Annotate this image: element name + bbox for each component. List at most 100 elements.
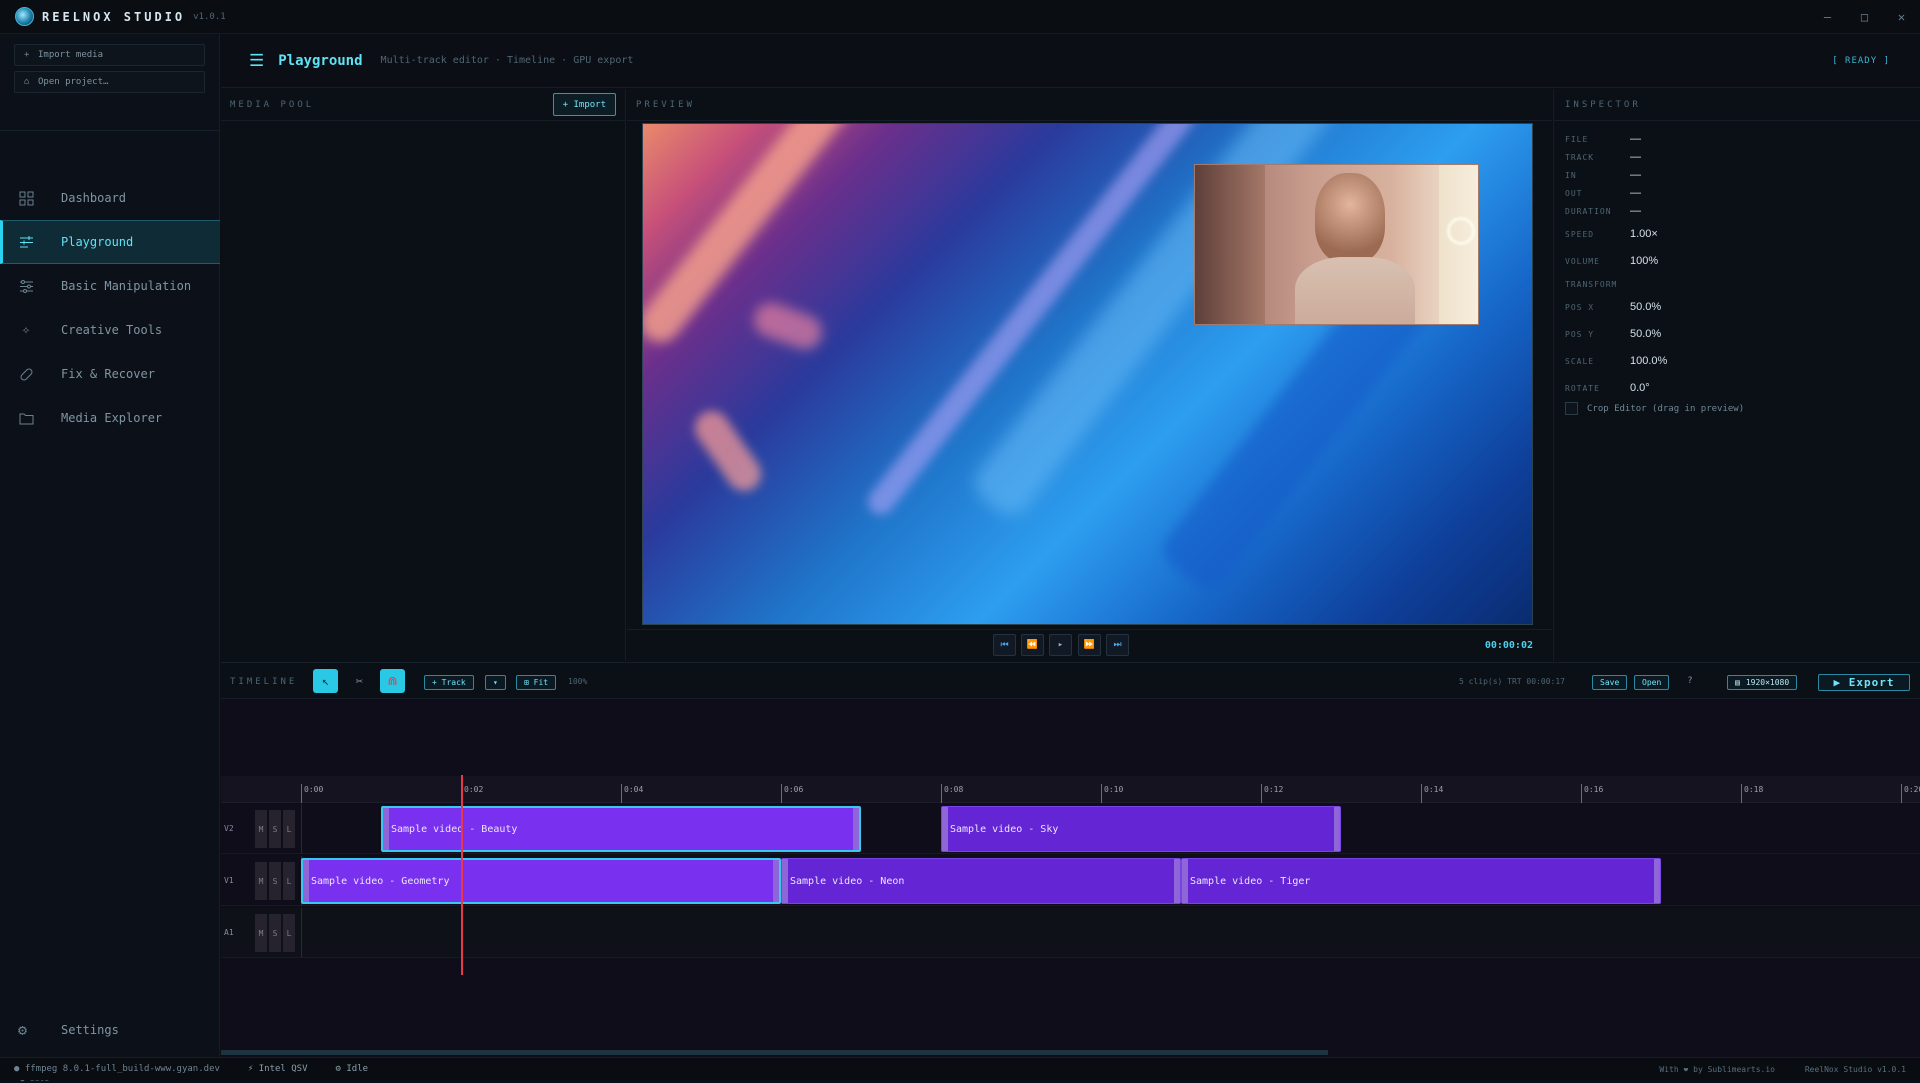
sidebar-item-media-explorer[interactable]: Media Explorer <box>0 396 220 440</box>
track-lane[interactable] <box>301 908 302 958</box>
open-button[interactable]: Open <box>1634 675 1670 690</box>
clip-trim-handle-left[interactable] <box>782 859 788 903</box>
field-label: SPEED <box>1565 229 1595 239</box>
field-label: POS X <box>1565 302 1595 312</box>
track-a1[interactable]: A1 M S L <box>221 908 1920 958</box>
clip-trim-handle-left[interactable] <box>383 808 389 850</box>
sidebar-item-label: Fix & Recover <box>61 367 155 381</box>
timeline-ruler[interactable]: 0:00 0:02 0:04 0:06 0:08 0:10 0:12 0:14 0:16 0:18… <box>221 776 1920 803</box>
track-lane[interactable] <box>301 804 302 854</box>
rotate-value[interactable]: 0.0° <box>1630 382 1650 394</box>
skip-end-button[interactable]: ⏭ <box>1106 634 1129 656</box>
resolution-button[interactable]: ▤ 1920×1080 <box>1727 675 1798 690</box>
sidebar-item-dashboard[interactable]: Dashboard <box>0 176 220 220</box>
scale-value[interactable]: 100.0% <box>1630 355 1667 367</box>
lock-button[interactable]: L <box>283 810 295 848</box>
clip-trim-handle-left[interactable] <box>303 860 309 902</box>
step-forward-button[interactable]: ⏩ <box>1078 634 1101 656</box>
ruler-tick: 0:12 <box>1261 784 1283 803</box>
import-button[interactable]: + Import <box>552 93 616 116</box>
mute-button[interactable]: M <box>255 810 267 848</box>
crop-checkbox[interactable] <box>1565 402 1578 415</box>
import-media-button[interactable]: + Import media <box>14 44 205 66</box>
field-value: — <box>1630 151 1641 163</box>
help-button[interactable]: ? <box>1682 673 1698 689</box>
zoom-dropdown-button[interactable]: ▾ <box>485 675 506 690</box>
clip-trim-handle-right[interactable] <box>773 860 779 902</box>
inspector-field-scale[interactable]: SCALE 100.0% <box>1565 355 1667 367</box>
app-version: v1.0.1 <box>193 11 226 22</box>
inspector-header: INSPECTOR <box>1554 89 1920 121</box>
volume-value[interactable]: 100% <box>1630 255 1658 267</box>
playhead[interactable] <box>461 775 463 975</box>
timeline-clip[interactable]: Sample video - Sky <box>941 806 1341 852</box>
inspector-field-pos-y[interactable]: POS Y 50.0% <box>1565 328 1661 340</box>
ruler-tick: 0:14 <box>1421 784 1443 803</box>
pos-y-value[interactable]: 50.0% <box>1630 328 1661 340</box>
solo-button[interactable]: S <box>269 862 281 900</box>
inspector-field-duration: DURATION — <box>1565 205 1641 217</box>
timeline-clip[interactable]: Sample video - Geometry <box>301 858 781 904</box>
clip-trim-handle-right[interactable] <box>1334 807 1340 851</box>
fit-button[interactable]: ⊞ Fit <box>516 675 557 690</box>
pip-shadow-area <box>1195 165 1265 324</box>
crop-editor-toggle[interactable]: Crop Editor (drag in preview) <box>1565 402 1744 415</box>
sidebar-item-fix-recover[interactable]: Fix & Recover <box>0 352 220 396</box>
lock-button[interactable]: L <box>283 862 295 900</box>
inspector-field-speed[interactable]: SPEED 1.00× <box>1565 228 1658 240</box>
picture-in-picture-overlay[interactable] <box>1194 164 1479 325</box>
close-button[interactable]: ✕ <box>1883 0 1920 34</box>
clip-label: Sample video - Neon <box>790 875 905 887</box>
solo-button[interactable]: S <box>269 810 281 848</box>
mute-button[interactable]: M <box>255 862 267 900</box>
pos-x-value[interactable]: 50.0% <box>1630 301 1661 313</box>
step-back-button[interactable]: ⏪ <box>1021 634 1044 656</box>
media-pool-title: MEDIA POOL <box>230 99 315 110</box>
clip-trim-handle-right[interactable] <box>1654 859 1660 903</box>
add-track-button[interactable]: + Track <box>424 675 474 690</box>
select-tool-button[interactable]: ↖ <box>313 669 338 693</box>
track-header: V2 M S L <box>221 804 299 854</box>
timeline-scrollbar[interactable] <box>221 1050 1328 1055</box>
skip-start-button[interactable]: ⏮ <box>993 634 1016 656</box>
speed-value[interactable]: 1.00× <box>1630 228 1658 240</box>
sidebar-item-playground[interactable]: Playground <box>0 220 220 264</box>
save-button[interactable]: Save <box>1592 675 1628 690</box>
open-project-button[interactable]: ⌂ Open project… <box>14 71 205 93</box>
solo-button[interactable]: S <box>269 914 281 952</box>
cut-tool-button[interactable]: ✂ <box>347 669 372 693</box>
sidebar-item-basic-manipulation[interactable]: Basic Manipulation <box>0 264 220 308</box>
field-label: ROTATE <box>1565 383 1600 393</box>
ruler-tick-label: 0:04 <box>624 785 644 794</box>
clip-trim-handle-right[interactable] <box>853 808 859 850</box>
clip-trim-handle-left[interactable] <box>1182 859 1188 903</box>
sidebar-item-settings[interactable]: ⚙ Settings <box>0 1010 220 1050</box>
window-controls: — □ ✕ <box>1809 0 1920 34</box>
timeline-clip[interactable]: Sample video - Neon <box>781 858 1181 904</box>
track-v1[interactable]: V1 M S L Sample video - Geometry Sample video… <box>221 856 1920 906</box>
track-header: V1 M S L <box>221 856 299 906</box>
maximize-button[interactable]: □ <box>1846 0 1883 34</box>
inspector-field-out: OUT — <box>1565 187 1641 199</box>
page-subtitle: Multi-track editor · Timeline · GPU expo… <box>380 55 634 66</box>
track-v2[interactable]: V2 M S L Sample video - Beauty Sample video -… <box>221 804 1920 854</box>
export-button[interactable]: ▶ Export <box>1818 674 1910 691</box>
lock-button[interactable]: L <box>283 914 295 952</box>
ruler-tick: 0:18 <box>1741 784 1763 803</box>
sidebar-item-creative-tools[interactable]: ✧ Creative Tools <box>0 308 220 352</box>
inspector-field-volume[interactable]: VOLUME 100% <box>1565 255 1658 267</box>
clip-trim-handle-right[interactable] <box>1174 859 1180 903</box>
ruler-tick-label: 0:12 <box>1264 785 1284 794</box>
mute-button[interactable]: M <box>255 914 267 952</box>
timeline-clip[interactable]: Sample video - Tiger <box>1181 858 1661 904</box>
credit-text: With ❤ by Sublimearts.io <box>1659 1064 1775 1074</box>
inspector-field-pos-x[interactable]: POS X 50.0% <box>1565 301 1661 313</box>
inspector-field-rotate[interactable]: ROTATE 0.0° <box>1565 382 1650 394</box>
play-button[interactable]: ▸ <box>1049 634 1072 656</box>
preview-canvas[interactable] <box>642 123 1533 625</box>
minimize-button[interactable]: — <box>1809 0 1846 34</box>
clip-trim-handle-left[interactable] <box>942 807 948 851</box>
magnet-tool-button[interactable]: ⋒ <box>380 669 405 693</box>
timeline-clip[interactable]: Sample video - Beauty <box>381 806 861 852</box>
field-value: — <box>1630 187 1641 199</box>
